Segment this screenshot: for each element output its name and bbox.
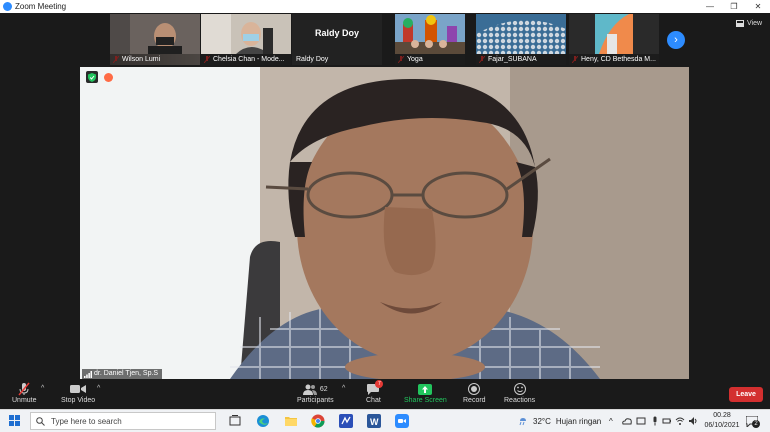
participant-name: Heny, CD Bethesda M...: [569, 54, 659, 65]
zoom-taskbar-icon[interactable]: [395, 414, 409, 428]
wifi-icon[interactable]: [675, 416, 685, 426]
stop-video-label: Stop Video: [61, 397, 96, 404]
weather-temp: 32°C: [533, 416, 551, 426]
share-screen-label: Share Screen: [404, 397, 447, 404]
participant-video: [569, 14, 659, 54]
participant-tile[interactable]: Heny, CD Bethesda M...: [569, 14, 659, 65]
signal-strength-icon: [84, 371, 92, 378]
participant-tile[interactable]: Raldy Doy Raldy Doy: [292, 14, 382, 65]
participant-video: [110, 14, 200, 54]
participant-name: Raldy Doy: [296, 56, 329, 63]
title-bar: Zoom Meeting — ❐ ✕: [0, 0, 770, 13]
participant-tile[interactable]: Yoga: [395, 14, 465, 65]
speaker-name: dr. Daniel Tjen, Sp.S: [94, 370, 159, 377]
participants-count: 62: [319, 385, 328, 393]
participant-name: Wilson Lumi: [110, 54, 200, 65]
chrome-browser-icon[interactable]: [311, 414, 325, 428]
audio-options-chevron-icon[interactable]: ^: [41, 385, 44, 392]
participants-label: Participants: [297, 397, 334, 404]
muted-microphone-icon: [18, 382, 30, 396]
record-icon: [468, 383, 481, 395]
share-screen-icon: [418, 383, 433, 395]
leave-button[interactable]: Leave: [729, 387, 763, 402]
volume-icon[interactable]: [688, 416, 698, 426]
video-options-chevron-icon[interactable]: ^: [97, 385, 100, 392]
speaker-video: [80, 67, 689, 379]
participant-video: [201, 14, 291, 54]
participants-icon: [302, 384, 317, 395]
svg-text:W: W: [370, 417, 379, 427]
windows-taskbar: Type here to search W 32°C Hujan ringan …: [0, 409, 770, 432]
file-explorer-icon[interactable]: [284, 414, 298, 428]
participant-display-name: Raldy Doy: [314, 28, 359, 38]
clock-date: 06/10/2021: [704, 422, 740, 429]
chat-button[interactable]: 7 Chat: [366, 380, 384, 404]
participants-button[interactable]: 62 Participants: [297, 381, 334, 404]
weather-widget[interactable]: 32°C Hujan ringan: [518, 410, 601, 432]
search-placeholder: Type here to search: [51, 416, 122, 426]
leave-label: Leave: [736, 391, 756, 398]
participant-video: [476, 14, 566, 54]
chat-label: Chat: [366, 397, 381, 404]
record-button[interactable]: Record: [463, 381, 486, 404]
clock-time: 00.28: [713, 412, 731, 419]
zoom-app-icon: [3, 2, 12, 11]
chat-badge: 7: [375, 380, 384, 388]
window-title: Zoom Meeting: [15, 2, 67, 11]
onedrive-cloud-icon[interactable]: [622, 416, 632, 426]
window-controls: — ❐ ✕: [698, 0, 770, 13]
security-shield-icon[interactable]: [86, 71, 98, 83]
share-screen-button[interactable]: Share Screen: [404, 381, 447, 404]
battery-icon[interactable]: [662, 416, 672, 426]
tray-expand-chevron-icon[interactable]: ^: [609, 410, 613, 432]
meeting-toolbar: Unmute ^ Stop Video ^ 62 Participants ^ …: [0, 379, 770, 409]
participant-name: Fajar_SUBANA: [476, 54, 566, 65]
task-view-icon[interactable]: [228, 414, 242, 428]
word-app-icon[interactable]: W: [367, 414, 381, 428]
speaker-name-label: dr. Daniel Tjen, Sp.S: [82, 369, 163, 379]
minimize-button[interactable]: —: [698, 0, 722, 13]
edge-browser-icon[interactable]: [256, 414, 270, 428]
participant-tile[interactable]: Wilson Lumi: [110, 14, 200, 65]
grid-view-icon: [736, 20, 744, 27]
notification-center-button[interactable]: 2: [745, 414, 760, 429]
close-button[interactable]: ✕: [746, 0, 770, 13]
microphone-tray-icon[interactable]: [650, 416, 660, 426]
reactions-label: Reactions: [504, 397, 536, 404]
weather-text: Hujan ringan: [555, 416, 602, 426]
search-icon: [36, 416, 45, 426]
unmute-button[interactable]: Unmute: [12, 381, 37, 404]
notification-count: 2: [752, 420, 760, 428]
weather-rain-icon: [519, 418, 526, 426]
speaker-video-frame: [80, 67, 689, 379]
participant-strip: Wilson Lumi Chelsia Chan - Mode... Raldy…: [0, 13, 770, 66]
participant-video: [395, 14, 465, 54]
next-page-arrow-icon[interactable]: ›: [667, 31, 685, 49]
reactions-button[interactable]: Reactions: [504, 381, 535, 404]
stop-video-button[interactable]: Stop Video: [61, 381, 95, 404]
record-label: Record: [463, 397, 486, 404]
participant-tile[interactable]: Fajar_SUBANA: [476, 14, 566, 65]
unmute-label: Unmute: [12, 397, 37, 404]
view-label: View: [747, 20, 763, 27]
participant-tile[interactable]: Chelsia Chan - Mode...: [201, 14, 291, 65]
participants-options-chevron-icon[interactable]: ^: [342, 385, 345, 392]
taskbar-clock[interactable]: 00.28 06/10/2021: [702, 411, 742, 431]
maximize-button[interactable]: ❐: [722, 0, 746, 13]
video-camera-icon: [70, 385, 87, 393]
participant-name: Chelsia Chan - Mode...: [201, 54, 291, 65]
view-button[interactable]: View: [736, 20, 762, 27]
recording-indicator-icon: [104, 73, 113, 82]
hardware-tray-icon[interactable]: [636, 416, 646, 426]
whiteboard-app-icon[interactable]: [339, 414, 353, 428]
windows-start-icon[interactable]: [9, 415, 20, 426]
participant-name: Yoga: [395, 54, 465, 65]
taskbar-search-box[interactable]: Type here to search: [30, 412, 216, 430]
reactions-smiley-icon: [513, 383, 526, 395]
